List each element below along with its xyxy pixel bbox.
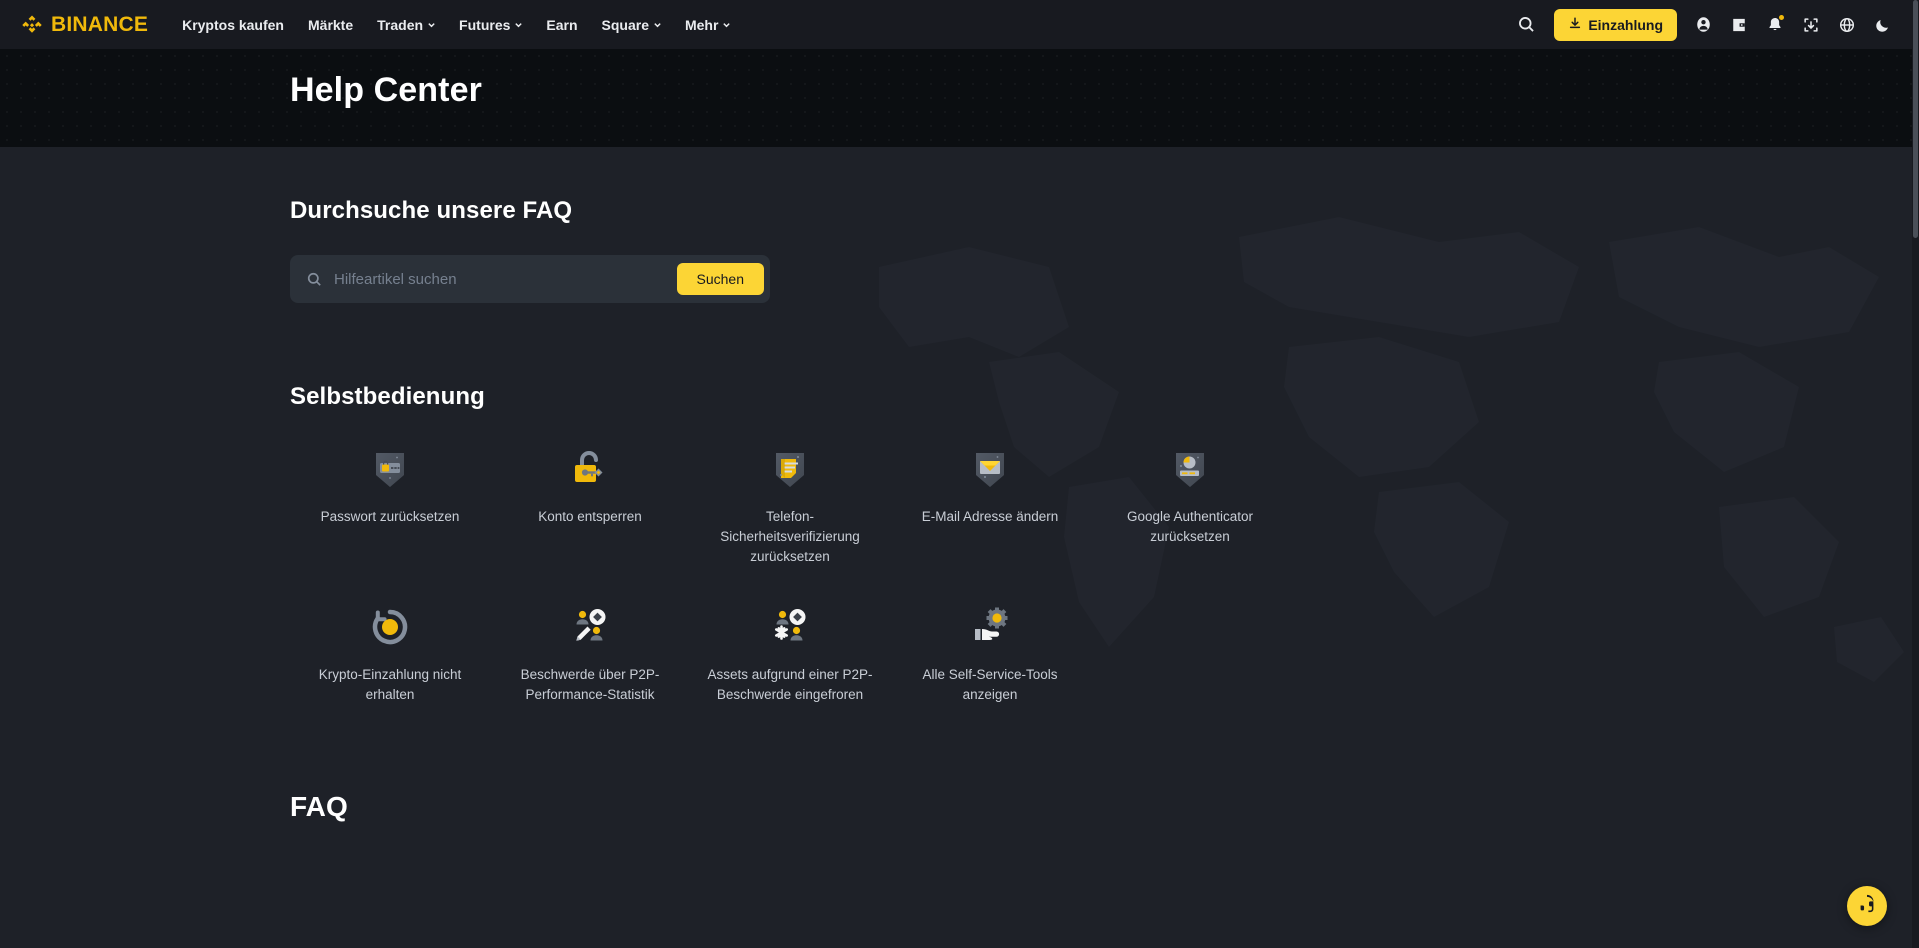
headset-support-icon — [1856, 893, 1878, 920]
nav-label: Mehr — [684, 16, 719, 33]
download-app-icon — [1802, 16, 1820, 34]
site-header: BINANCE Kryptos kaufen Märkte Traden Fut… — [0, 0, 1919, 49]
p2p-complaint-pencil-icon — [562, 599, 618, 655]
shield-authenticator-icon — [1162, 441, 1218, 497]
chevron-down-icon — [427, 20, 435, 28]
binance-logo[interactable]: BINANCE — [20, 13, 148, 37]
support-chat-button[interactable] — [1847, 886, 1887, 926]
profile-icon — [1694, 15, 1713, 34]
nav-label: Square — [601, 16, 649, 33]
nav-label: Futures — [459, 16, 511, 33]
tile-label: Beschwerde über P2P-Performance-Statisti… — [520, 667, 660, 702]
tile-reset-phone-verification[interactable]: Telefon-Sicherheitsverifizierung zurücks… — [690, 433, 890, 575]
wallet-icon — [1730, 16, 1748, 34]
search-submit-button[interactable]: Suchen — [676, 263, 764, 295]
nav-item-square[interactable]: Square — [590, 0, 673, 49]
nav-item-maerkte[interactable]: Märkte — [296, 0, 365, 49]
refresh-coin-icon — [362, 599, 418, 655]
deposit-label: Einzahlung — [1588, 16, 1663, 33]
binance-logo-text: BINANCE — [51, 13, 149, 36]
scrollbar-thumb[interactable] — [1913, 0, 1918, 238]
tile-label: Google Authenticator zurücksetzen — [1126, 509, 1254, 544]
dark-mode-toggle[interactable] — [1867, 9, 1899, 41]
header-search-button[interactable] — [1510, 9, 1542, 41]
search-input[interactable] — [324, 270, 677, 288]
nav-item-mehr[interactable]: Mehr — [673, 0, 742, 49]
tile-label: Konto entsperren — [538, 509, 642, 524]
nav-item-traden[interactable]: Traden — [365, 0, 447, 49]
nav-item-futures[interactable]: Futures — [447, 0, 534, 49]
search-section-heading: Durchsuche unsere FAQ — [290, 197, 573, 224]
chevron-down-icon — [514, 20, 523, 28]
tile-label: Krypto-Einzahlung nicht erhalten — [318, 667, 462, 702]
faq-section: FAQ — [290, 791, 1629, 823]
nav-label: Earn — [546, 16, 578, 33]
chevron-down-icon — [653, 20, 661, 28]
binance-logo-icon — [20, 13, 44, 37]
tile-reset-google-authenticator[interactable]: Google Authenticator zurücksetzen — [1090, 433, 1290, 575]
tile-all-selfservice-tools[interactable]: Alle Self-Service-Tools anzeigen — [890, 591, 1090, 713]
tile-unlock-account[interactable]: Konto entsperren — [490, 433, 690, 575]
hero-banner: Help Center — [0, 49, 1919, 147]
profile-button[interactable] — [1687, 9, 1719, 41]
search-icon — [1517, 15, 1536, 34]
tile-label: Assets aufgrund einer P2P-Beschwerde ein… — [707, 667, 873, 702]
shield-document-icon — [762, 441, 818, 497]
tile-reset-password[interactable]: Passwort zurücksetzen — [290, 433, 490, 575]
tile-label: E-Mail Adresse ändern — [921, 509, 1059, 524]
tile-crypto-deposit-not-received[interactable]: Krypto-Einzahlung nicht erhalten — [290, 591, 490, 713]
tile-label: Telefon-Sicherheitsverifizierung zurücks… — [720, 509, 860, 564]
page-scrollbar[interactable] — [1912, 0, 1919, 948]
tile-p2p-frozen-assets[interactable]: Assets aufgrund einer P2P-Beschwerde ein… — [690, 591, 890, 713]
deposit-button[interactable]: Einzahlung — [1554, 8, 1677, 41]
selfservice-section-heading: Selbstbedienung — [290, 383, 485, 410]
nav-label: Traden — [377, 16, 424, 33]
page-title: Help Center — [290, 71, 482, 109]
shield-envelope-icon — [962, 441, 1018, 497]
tile-p2p-performance-complaint[interactable]: Beschwerde über P2P-Performance-Statisti… — [490, 591, 690, 713]
faq-search-bar[interactable]: Suchen — [290, 255, 770, 303]
tile-label: Alle Self-Service-Tools anzeigen — [922, 667, 1058, 702]
nav-label: Kryptos kaufen — [182, 16, 284, 33]
notification-badge-dot — [1779, 14, 1784, 20]
nav-item-earn[interactable]: Earn — [534, 0, 589, 49]
hand-gear-icon — [962, 599, 1018, 655]
faq-section-heading: FAQ — [290, 791, 348, 822]
language-button[interactable] — [1831, 9, 1863, 41]
language-globe-icon — [1838, 16, 1856, 34]
shield-password-icon — [362, 441, 418, 497]
download-arrow-icon — [1568, 16, 1582, 33]
content-container: Durchsuche unsere FAQ Suchen Selbstbedie… — [0, 197, 1919, 823]
search-icon — [304, 269, 324, 289]
download-app-button[interactable] — [1795, 9, 1827, 41]
notifications-button[interactable] — [1759, 9, 1791, 41]
selfservice-tile-grid: Passwort zurücksetzen Konto entsperren T… — [290, 433, 1629, 713]
nav-item-kryptos-kaufen[interactable]: Kryptos kaufen — [170, 0, 296, 49]
chevron-down-icon — [722, 20, 731, 28]
unlock-padlock-key-icon — [562, 441, 618, 497]
nav-label: Märkte — [308, 16, 354, 33]
wallet-button[interactable] — [1723, 9, 1755, 41]
dark-mode-moon-icon — [1874, 16, 1892, 34]
header-actions: Einzahlung — [1510, 8, 1899, 41]
main-content: Durchsuche unsere FAQ Suchen Selbstbedie… — [0, 147, 1919, 948]
tile-label: Passwort zurücksetzen — [320, 509, 460, 524]
tile-change-email[interactable]: E-Mail Adresse ändern — [890, 433, 1090, 575]
main-navigation: Kryptos kaufen Märkte Traden Futures Ear… — [170, 0, 742, 49]
p2p-frozen-snowflake-icon — [762, 599, 818, 655]
